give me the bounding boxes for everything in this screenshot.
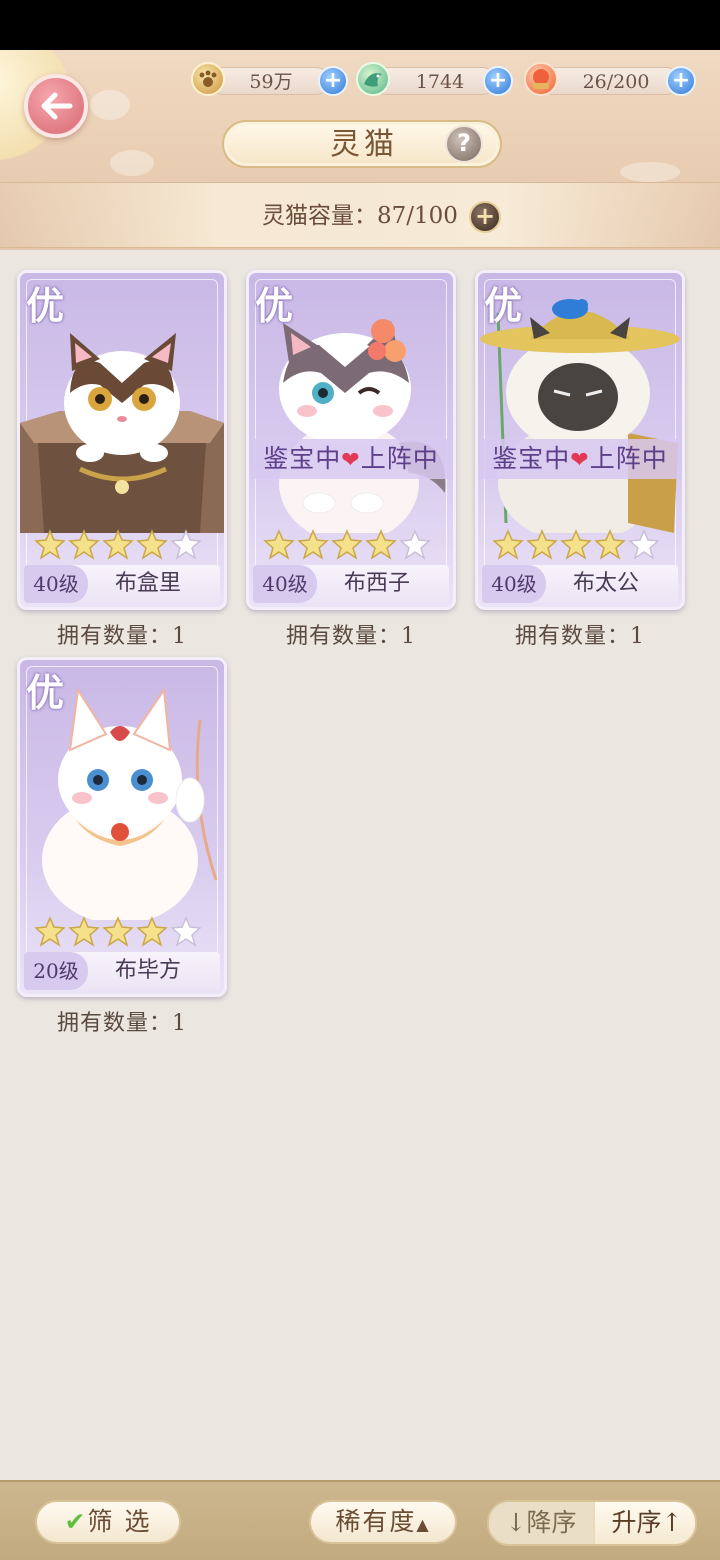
owned-count: 拥有数量：1 <box>286 624 416 649</box>
jade-bird-icon <box>356 62 390 96</box>
owned-count: 拥有数量：1 <box>57 1011 187 1036</box>
star-rating <box>34 916 202 950</box>
filter-label: 筛 选 <box>87 1507 152 1536</box>
cat-card[interactable]: 优 鉴宝中❤上阵中 40级 布太公 <box>475 270 685 610</box>
rarity-sort-button[interactable]: 稀有度▲ <box>309 1500 457 1544</box>
level-badge: 20级 <box>24 952 88 990</box>
card-info-bar: 40级 布盒里 <box>24 565 220 603</box>
blossom-decoration <box>620 162 680 182</box>
appraising-status: 鉴宝中 <box>492 444 571 473</box>
cat-card[interactable]: 优 40级 布盒里 <box>17 270 227 610</box>
resource-value: 1744 <box>415 71 465 93</box>
status-ribbon: 鉴宝中❤上阵中 <box>249 439 453 479</box>
resource-pill-fish-food: 26/200 <box>540 67 680 95</box>
resource-pill-paw-coin: 59万 <box>210 67 330 95</box>
add-fish-food-button[interactable]: + <box>666 66 696 96</box>
sort-ascending-button[interactable]: 升序↑ <box>595 1502 695 1544</box>
appraising-status: 鉴宝中 <box>263 444 342 473</box>
resource-value: 26/200 <box>582 71 650 93</box>
fish-food-icon <box>524 62 558 96</box>
rarity-sort-label: 稀有度 <box>335 1507 417 1536</box>
star-gold-icon <box>526 529 558 560</box>
star-white-icon <box>170 916 202 947</box>
star-gold-icon <box>34 529 66 560</box>
rarity-label: 优 <box>26 283 65 328</box>
cat-name: 布太公 <box>572 571 639 596</box>
star-rating <box>34 529 202 563</box>
cat-card-cell: 优 40级 布盒里 拥有数量：1 <box>17 270 229 650</box>
cat-card-cell: 优 鉴宝中❤上阵中 40级 布西子 拥有数量：1 <box>246 270 458 650</box>
deployed-status: 上阵中 <box>589 444 668 473</box>
star-gold-icon <box>297 529 329 560</box>
blossom-decoration <box>90 90 130 120</box>
star-gold-icon <box>560 529 592 560</box>
cat-name: 布盒里 <box>114 571 181 596</box>
resource-value: 59万 <box>249 71 293 93</box>
star-rating <box>263 529 431 563</box>
back-arrow-icon <box>41 92 73 120</box>
star-white-icon <box>628 529 660 560</box>
filter-button[interactable]: ✔筛 选 <box>35 1500 181 1544</box>
star-rating <box>492 529 660 563</box>
star-gold-icon <box>102 529 134 560</box>
cat-card[interactable]: 优 20级 布毕方 <box>17 657 227 997</box>
star-gold-icon <box>365 529 397 560</box>
cat-name: 布西子 <box>343 571 410 596</box>
level-badge: 40级 <box>24 565 88 603</box>
capacity-label: 灵猫容量：87/100 <box>262 203 458 229</box>
star-gold-icon <box>492 529 524 560</box>
owned-count: 拥有数量：1 <box>57 624 187 649</box>
level-badge: 40级 <box>253 565 317 603</box>
back-button[interactable] <box>24 74 88 138</box>
rarity-label: 优 <box>255 283 294 328</box>
star-gold-icon <box>102 916 134 947</box>
star-gold-icon <box>263 529 295 560</box>
star-white-icon <box>170 529 202 560</box>
cat-card[interactable]: 优 鉴宝中❤上阵中 40级 布西子 <box>246 270 456 610</box>
cat-name: 布毕方 <box>114 958 181 983</box>
caret-up-icon: ▲ <box>416 1515 431 1534</box>
star-gold-icon <box>68 916 100 947</box>
add-paw-coin-button[interactable]: + <box>318 66 348 96</box>
card-info-bar: 40级 布太公 <box>482 565 678 603</box>
heart-icon: ❤ <box>570 448 590 473</box>
add-jade-bird-button[interactable]: + <box>483 66 513 96</box>
star-gold-icon <box>68 529 100 560</box>
paw-coin-icon <box>191 62 225 96</box>
card-info-bar: 20级 布毕方 <box>24 952 220 990</box>
sort-descending-button[interactable]: ↓降序 <box>489 1502 593 1544</box>
star-gold-icon <box>594 529 626 560</box>
help-button[interactable]: ? <box>445 125 483 163</box>
blossom-decoration <box>110 150 154 176</box>
owned-count: 拥有数量：1 <box>515 624 645 649</box>
star-gold-icon <box>136 529 168 560</box>
cat-card-cell: 优 20级 布毕方 拥有数量：1 <box>17 657 229 1037</box>
star-gold-icon <box>34 916 66 947</box>
rarity-label: 优 <box>484 283 523 328</box>
star-gold-icon <box>136 916 168 947</box>
sort-order-toggle: ↓降序 升序↑ <box>487 1500 697 1546</box>
cat-card-cell: 优 鉴宝中❤上阵中 40级 布太公 拥有数量：1 <box>475 270 687 650</box>
header: 59万 + 1744 + 26/200 + 灵猫 ? 灵猫容量：87/100 + <box>0 50 720 250</box>
star-gold-icon <box>331 529 363 560</box>
status-bar <box>0 0 720 50</box>
deployed-status: 上阵中 <box>360 444 439 473</box>
rarity-label: 优 <box>26 670 65 715</box>
level-badge: 40级 <box>482 565 546 603</box>
capacity-bar: 灵猫容量：87/100 + <box>0 182 720 248</box>
bottom-toolbar: ✔筛 选 稀有度▲ ↓降序 升序↑ <box>0 1480 720 1560</box>
expand-capacity-button[interactable]: + <box>469 201 501 233</box>
check-icon: ✔ <box>64 1507 88 1536</box>
star-white-icon <box>399 529 431 560</box>
status-ribbon: 鉴宝中❤上阵中 <box>478 439 682 479</box>
resource-pill-jade-bird: 1744 <box>372 67 496 95</box>
card-info-bar: 40级 布西子 <box>253 565 449 603</box>
heart-icon: ❤ <box>341 448 361 473</box>
